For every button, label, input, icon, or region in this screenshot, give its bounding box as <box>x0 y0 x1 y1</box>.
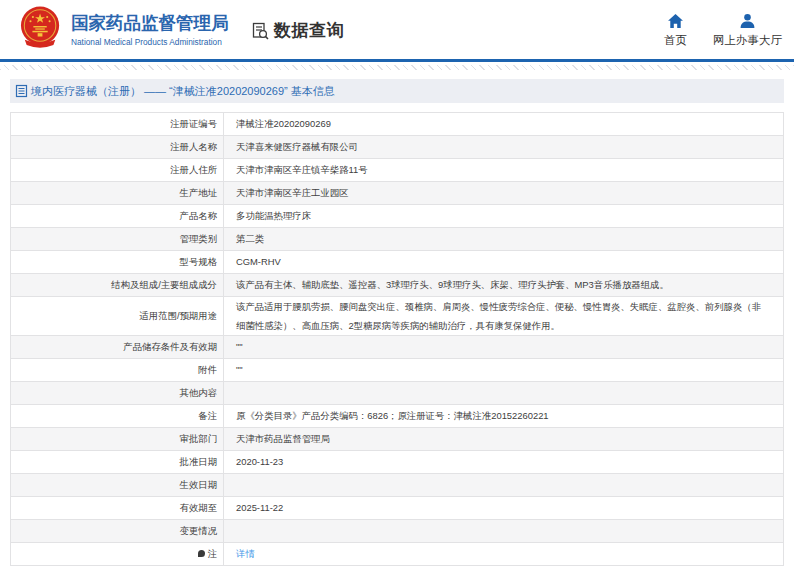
table-row: 附件"" <box>11 359 784 382</box>
row-label: 生产地址 <box>11 182 224 205</box>
nav-home-label: 首页 <box>664 33 687 48</box>
table-row: 产品名称多功能温热理疗床 <box>11 205 784 228</box>
table-row: 生产地址天津市津南区辛庄工业园区 <box>11 182 784 205</box>
user-icon <box>739 13 756 29</box>
row-value: 天津市津南区辛庄工业园区 <box>224 182 784 205</box>
nav-online-hall-label: 网上办事大厅 <box>713 33 782 48</box>
row-value: CGM-RHV <box>224 251 784 274</box>
nav-home[interactable]: 首页 <box>664 13 687 48</box>
breadcrumb-text: 境内医疗器械（注册） —— “津械注准20202090269” 基本信息 <box>31 84 335 99</box>
data-query-label: 数据查询 <box>274 19 344 42</box>
row-value: 天津市津南区辛庄镇辛柴路11号 <box>224 159 784 182</box>
row-value <box>224 520 784 543</box>
row-value: 天津市药品监督管理局 <box>224 428 784 451</box>
table-row: 其他内容 <box>11 382 784 405</box>
data-query-section[interactable]: 数据查询 <box>250 19 344 42</box>
site-logo: 国家药品监督管理局 National Medical Products Admi… <box>20 4 229 49</box>
row-value: 详情 <box>224 543 784 566</box>
table-row: 型号规格CGM-RHV <box>11 251 784 274</box>
row-label: 备注 <box>11 405 224 428</box>
row-value: 多功能温热理疗床 <box>224 205 784 228</box>
row-label: 变更情况 <box>11 520 224 543</box>
row-value: "" <box>224 359 784 382</box>
info-table: 注册证编号津械注准20202090269注册人名称天津喜来健医疗器械有限公司注册… <box>10 112 784 566</box>
data-query-icon <box>250 21 270 41</box>
table-row: 生效日期 <box>11 474 784 497</box>
row-value <box>224 474 784 497</box>
row-value: 2020-11-23 <box>224 451 784 474</box>
row-label: 注 <box>11 543 224 566</box>
info-table-body: 注册证编号津械注准20202090269注册人名称天津喜来健医疗器械有限公司注册… <box>11 113 784 566</box>
table-row: 注册人名称天津喜来健医疗器械有限公司 <box>11 136 784 159</box>
row-label: 产品储存条件及有效期 <box>11 336 224 359</box>
row-label: 注册证编号 <box>11 113 224 136</box>
row-label: 管理类别 <box>11 228 224 251</box>
table-row: 备注原《分类目录》产品分类编码：6826；原注册证号：津械注准201522602… <box>11 405 784 428</box>
table-row: 适用范围/预期用途该产品适用于腰肌劳损、腰间盘突出症、颈椎病、肩周炎、慢性疲劳综… <box>11 297 784 336</box>
row-label: 其他内容 <box>11 382 224 405</box>
row-label: 型号规格 <box>11 251 224 274</box>
row-value: "" <box>224 336 784 359</box>
row-value: 天津喜来健医疗器械有限公司 <box>224 136 784 159</box>
row-label: 审批部门 <box>11 428 224 451</box>
row-label: 注册人住所 <box>11 159 224 182</box>
table-row: 结构及组成/主要组成成分该产品有主体、辅助底垫、遥控器、3球理疗头、9球理疗头、… <box>11 274 784 297</box>
note-icon <box>198 550 205 557</box>
row-label: 批准日期 <box>11 451 224 474</box>
table-row: 注 详情 <box>11 543 784 566</box>
table-row: 批准日期2020-11-23 <box>11 451 784 474</box>
row-value: 津械注准20202090269 <box>224 113 784 136</box>
row-label: 产品名称 <box>11 205 224 228</box>
row-label: 注册人名称 <box>11 136 224 159</box>
home-icon <box>667 13 684 29</box>
table-row: 注册证编号津械注准20202090269 <box>11 113 784 136</box>
table-row: 变更情况 <box>11 520 784 543</box>
details-link[interactable]: 详情 <box>236 548 255 559</box>
document-icon <box>15 84 28 98</box>
table-row: 产品储存条件及有效期"" <box>11 336 784 359</box>
row-label: 附件 <box>11 359 224 382</box>
row-value <box>224 382 784 405</box>
row-value: 原《分类目录》产品分类编码：6826；原注册证号：津械注准20152260221 <box>224 405 784 428</box>
row-label: 结构及组成/主要组成成分 <box>11 274 224 297</box>
site-title: 国家药品监督管理局 <box>71 11 229 35</box>
table-row: 审批部门天津市药品监督管理局 <box>11 428 784 451</box>
top-nav: 首页 网上办事大厅 <box>664 13 782 48</box>
row-value: 该产品适用于腰肌劳损、腰间盘突出症、颈椎病、肩周炎、慢性疲劳综合症、便秘、慢性胃… <box>224 297 784 336</box>
site-subtitle: National Medical Products Administration <box>71 37 229 47</box>
national-emblem-icon <box>20 4 62 49</box>
row-value: 2025-11-22 <box>224 497 784 520</box>
nav-online-hall[interactable]: 网上办事大厅 <box>713 13 782 48</box>
table-row: 有效期至2025-11-22 <box>11 497 784 520</box>
site-header: 国家药品监督管理局 National Medical Products Admi… <box>0 0 794 62</box>
table-row: 注册人住所天津市津南区辛庄镇辛柴路11号 <box>11 159 784 182</box>
table-row: 管理类别第二类 <box>11 228 784 251</box>
hatch-divider <box>0 65 794 70</box>
row-value: 第二类 <box>224 228 784 251</box>
breadcrumb-bar: 境内医疗器械（注册） —— “津械注准20202090269” 基本信息 <box>10 79 784 103</box>
row-label: 有效期至 <box>11 497 224 520</box>
row-value: 该产品有主体、辅助底垫、遥控器、3球理疗头、9球理疗头、床架、理疗头护套、MP3… <box>224 274 784 297</box>
row-label: 适用范围/预期用途 <box>11 297 224 336</box>
row-label: 生效日期 <box>11 474 224 497</box>
